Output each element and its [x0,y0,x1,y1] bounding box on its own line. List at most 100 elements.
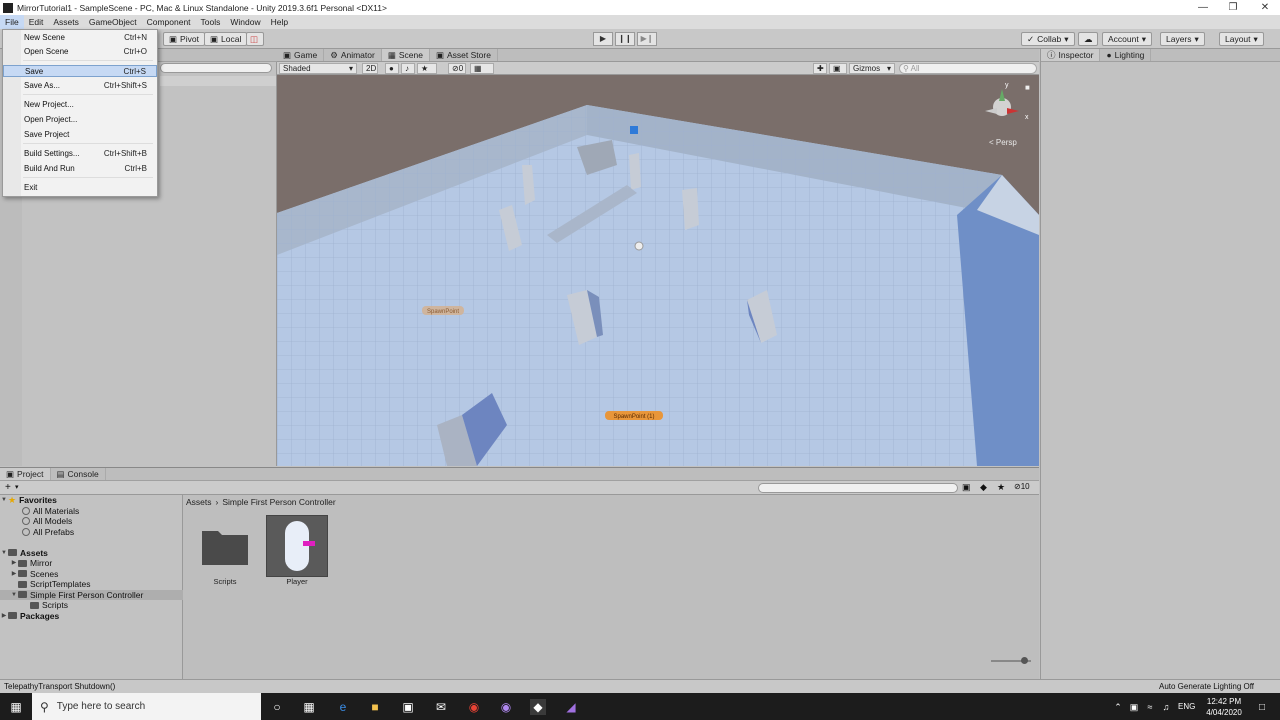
menu-item-save[interactable]: Save Ctrl+S [3,65,157,77]
clock[interactable]: 12:42 PM 4/04/2020 [1200,696,1248,718]
visual-studio-icon[interactable]: ◢ [563,699,579,715]
folder-item-selected[interactable]: ▼ Simple First Person Controller [0,589,183,600]
project-search-input[interactable] [758,483,958,493]
chevron-up-icon[interactable]: ⌃ [1110,699,1126,715]
close-icon[interactable]: ✕ [1250,0,1280,15]
assets-node[interactable]: ▼ Assets [0,548,183,559]
folder-item[interactable]: ▶ Scenes [0,569,183,580]
network-manager-icon[interactable] [630,126,638,134]
favorite-item[interactable]: All Models [0,516,183,527]
chrome-icon[interactable]: ◉ [466,699,482,715]
unity-taskbar-icon[interactable]: ◆ [530,699,546,715]
camera-button[interactable]: ▣ [829,63,847,74]
wifi-icon[interactable]: ≈ [1142,699,1158,715]
tab-asset-store[interactable]: ▣ Asset Store [430,49,498,61]
store-icon[interactable]: ▣ [400,699,416,715]
cortana-icon[interactable]: ○ [269,699,285,715]
play-button[interactable]: ▶ [593,32,613,46]
packages-node[interactable]: ▶ Packages [0,611,183,622]
persp-label[interactable]: < Persp [989,138,1017,147]
windows-start-icon[interactable]: ▦ [8,699,24,715]
menu-item-new-scene[interactable]: New Scene Ctrl+N [3,32,157,44]
effects-toggle[interactable]: ★ [417,63,437,74]
tab-scene[interactable]: ▦ Scene [381,49,430,61]
breadcrumb-item[interactable]: Simple First Person Controller [222,497,335,507]
tab-console[interactable]: ▤ Console [51,468,106,480]
step-button[interactable]: ▶❙ [637,32,657,46]
console-status-message[interactable]: TelepathyTransport Shutdown() [4,680,115,693]
filter-label-icon[interactable]: ◆ [980,482,987,493]
filter-type-icon[interactable]: ▣ [962,482,971,493]
menu-window[interactable]: Window [225,15,265,29]
collab-dropdown[interactable]: ✓ Collab ▾ [1021,32,1075,46]
edge-browser-icon[interactable]: e [335,699,351,715]
menu-item-exit[interactable]: Exit [3,182,157,194]
asset-item[interactable]: Player [265,515,329,586]
tab-project[interactable]: ▣ Project [0,468,51,480]
folder-item[interactable]: Scripts [0,600,183,611]
menu-item-open-project[interactable]: Open Project... [3,114,157,126]
menu-item-open-scene[interactable]: Open Scene Ctrl+O [3,46,157,58]
menu-item-save-as[interactable]: Save As... Ctrl+Shift+S [3,80,157,92]
mail-icon[interactable]: ✉ [433,699,449,715]
folder-item[interactable]: ScriptTemplates [0,579,183,590]
menu-assets[interactable]: Assets [48,15,84,29]
toggle-2d-button[interactable]: 2D [362,63,378,74]
menu-item-build-and-run[interactable]: Build And Run Ctrl+B [3,163,157,175]
menu-edit[interactable]: Edit [24,15,49,29]
menu-component[interactable]: Component [142,15,196,29]
layers-dropdown[interactable]: Layers ▾ [1160,32,1205,46]
create-plus-icon[interactable]: + [5,482,11,493]
menu-file[interactable]: File [0,15,24,29]
hidden-objects-toggle[interactable]: ⊘0 [448,63,466,74]
tab-game[interactable]: ▣ Game [277,49,325,61]
menu-item-save-project[interactable]: Save Project [3,129,157,141]
breadcrumb-item[interactable]: Assets [186,497,212,507]
menu-gameobject[interactable]: GameObject [84,15,142,29]
maximize-icon[interactable]: ❐ [1218,0,1248,15]
audio-toggle[interactable]: ♪ [401,63,415,74]
lock-icon[interactable]: ■ [1025,83,1030,92]
orientation-gizmo[interactable]: y x [985,82,1029,121]
favorite-star-icon[interactable]: ★ [997,482,1005,493]
cloud-button[interactable]: ☁ [1078,32,1098,46]
scene-viewport[interactable]: SpawnPoint SpawnPoint (1) y x < Persp ■ [277,75,1039,466]
hierarchy-search-input[interactable] [160,63,272,73]
file-explorer-icon[interactable]: ■ [367,699,383,715]
asset-item[interactable]: Scripts [193,515,257,586]
favorite-item[interactable]: All Prefabs [0,527,183,538]
tools-button[interactable]: ✚ [813,63,827,74]
shading-mode-dropdown[interactable]: Shaded ▾ [279,63,357,74]
language-indicator[interactable]: ENG [1178,702,1195,711]
hidden-packages-count[interactable]: ⊘10 [1014,482,1030,491]
task-view-icon[interactable]: ▦ [301,699,317,715]
tab-lighting[interactable]: ● Lighting [1100,49,1152,61]
menu-item-new-project[interactable]: New Project... [3,99,157,111]
hierarchy-row[interactable] [160,76,276,86]
grid-toggle[interactable]: ▦ [470,63,494,74]
tab-inspector[interactable]: ⓘ Inspector [1041,49,1101,61]
layout-dropdown[interactable]: Layout ▾ [1219,32,1264,46]
scene-search-input[interactable]: ⚲ All [899,63,1037,74]
network-icon[interactable]: ▣ [1126,699,1142,715]
account-dropdown[interactable]: Account ▾ [1102,32,1152,46]
menu-tools[interactable]: Tools [196,15,226,29]
obs-icon[interactable]: ◉ [498,699,514,715]
tab-animator[interactable]: ⚙ Animator [324,49,382,61]
slider-handle[interactable] [1021,657,1028,664]
notifications-icon[interactable]: □ [1254,699,1270,715]
folder-item[interactable]: ▶ Mirror [0,558,183,569]
local-toggle[interactable]: ▣ Local [204,32,248,46]
gizmos-dropdown[interactable]: Gizmos ▾ [849,63,895,74]
pivot-toggle[interactable]: ▣ Pivot [163,32,205,46]
grid-snap-button[interactable]: ◫ [246,32,264,46]
volume-icon[interactable]: ♫ [1158,699,1174,715]
pause-button[interactable]: ❙❙ [615,32,635,46]
minimize-icon[interactable]: — [1188,0,1218,15]
favorite-item[interactable]: All Materials [0,506,183,517]
lighting-toggle[interactable]: ● [385,63,399,74]
menu-item-build-settings[interactable]: Build Settings... Ctrl+Shift+B [3,148,157,160]
taskbar-search-box[interactable]: ⚲ Type here to search [32,693,261,720]
light-icon[interactable] [634,241,644,251]
favorites-node[interactable]: ▼ ★ Favorites [0,495,183,506]
